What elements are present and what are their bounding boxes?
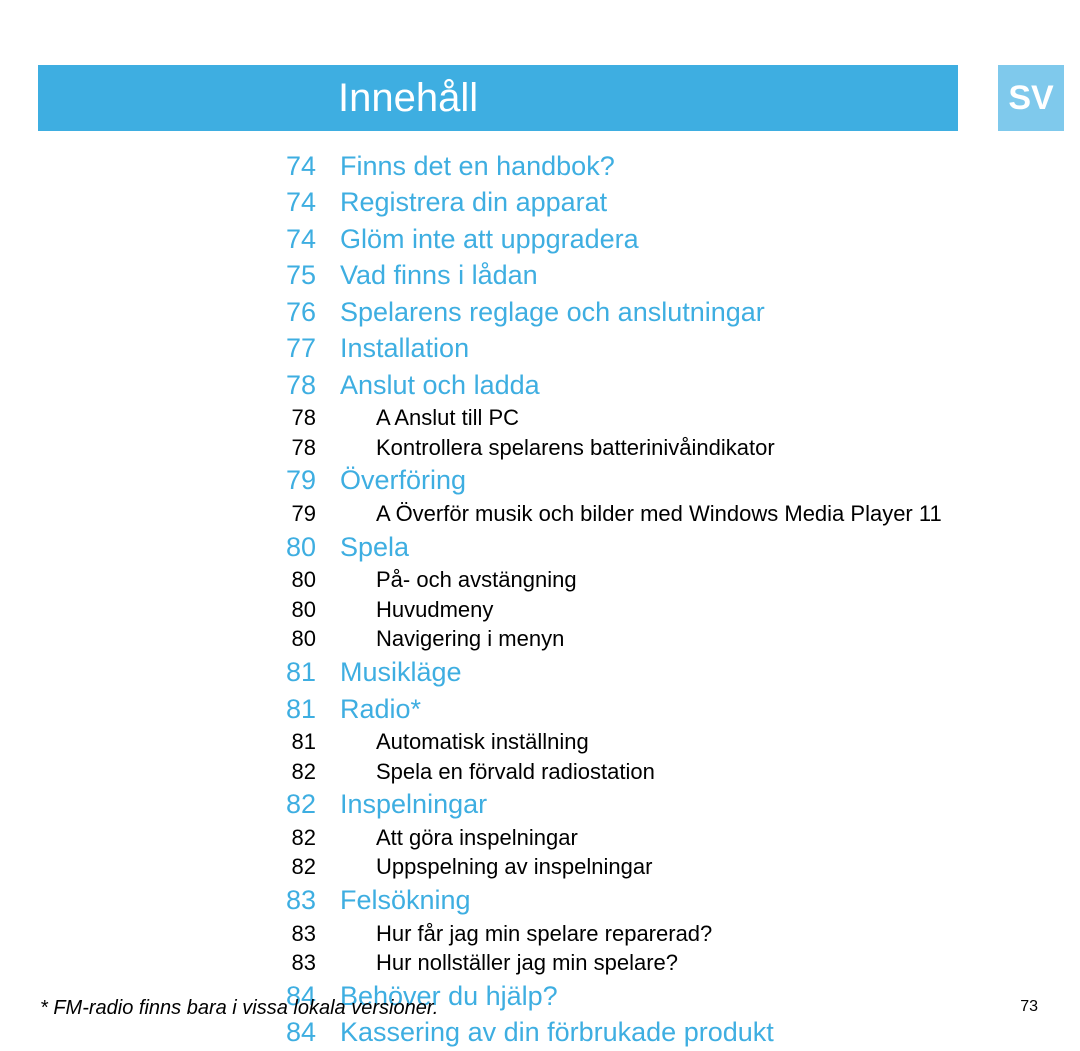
- toc-label: Överföring: [340, 462, 466, 498]
- page: Innehåll SV 74 Finns det en handbok? 74 Reg…: [0, 0, 1080, 1036]
- header-title: Innehåll: [338, 76, 478, 121]
- toc-section: 81 Musikläge: [264, 654, 1044, 690]
- toc-page-number: 83: [264, 948, 316, 978]
- toc-label: Huvudmeny: [376, 595, 493, 625]
- toc-page-number: 82: [264, 757, 316, 787]
- toc-label: Inspelningar: [340, 786, 487, 822]
- toc-section: 75 Vad finns i lådan: [264, 257, 1044, 293]
- footnote: * FM-radio finns bara i vissa lokala ver…: [40, 997, 438, 1020]
- toc-section: 79 Överföring: [264, 462, 1044, 498]
- toc-page-number: 80: [264, 595, 316, 625]
- toc-label: Installation: [340, 330, 469, 366]
- table-of-contents: 74 Finns det en handbok? 74 Registrera din …: [264, 148, 1044, 1051]
- toc-label: Spela: [340, 529, 409, 565]
- toc-label: Radio*: [340, 691, 421, 727]
- toc-page-number: 81: [264, 727, 316, 757]
- toc-label: Att göra inspelningar: [376, 823, 578, 853]
- toc-subsection: 81 Automatisk inställning: [264, 727, 1044, 757]
- toc-label: Felsökning: [340, 882, 471, 918]
- toc-subsection: 80 På- och avstängning: [264, 565, 1044, 595]
- toc-section: 77 Installation: [264, 330, 1044, 366]
- toc-page-number: 82: [264, 786, 316, 822]
- toc-label: Finns det en handbok?: [340, 148, 615, 184]
- toc-section: 78 Anslut och ladda: [264, 367, 1044, 403]
- toc-page-number: 82: [264, 823, 316, 853]
- toc-page-number: 80: [264, 565, 316, 595]
- toc-page-number: 76: [264, 294, 316, 330]
- toc-page-number: 81: [264, 691, 316, 727]
- toc-label: Vad finns i lådan: [340, 257, 538, 293]
- toc-subsection: 80 Navigering i menyn: [264, 624, 1044, 654]
- toc-section: 76 Spelarens reglage och anslutningar: [264, 294, 1044, 330]
- toc-section: 74 Registrera din apparat: [264, 184, 1044, 220]
- toc-page-number: 75: [264, 257, 316, 293]
- toc-label: Automatisk inställning: [376, 727, 589, 757]
- toc-subsection: 83 Hur nollställer jag min spelare?: [264, 948, 1044, 978]
- toc-section: 83 Felsökning: [264, 882, 1044, 918]
- toc-subsection: 78 A Anslut till PC: [264, 403, 1044, 433]
- toc-page-number: 74: [264, 221, 316, 257]
- toc-label: Anslut och ladda: [340, 367, 540, 403]
- toc-subsection: 78 Kontrollera spelarens batterinivåindik…: [264, 433, 1044, 463]
- toc-page-number: 82: [264, 852, 316, 882]
- toc-subsection: 79 A Överför musik och bilder med Windows…: [264, 499, 1044, 529]
- toc-page-number: 83: [264, 882, 316, 918]
- language-code: SV: [1008, 79, 1053, 118]
- toc-page-number: 78: [264, 367, 316, 403]
- toc-page-number: 78: [264, 403, 316, 433]
- toc-page-number: 83: [264, 919, 316, 949]
- toc-page-number: 78: [264, 433, 316, 463]
- toc-page-number: 77: [264, 330, 316, 366]
- toc-section: 80 Spela: [264, 529, 1044, 565]
- toc-section: 81 Radio*: [264, 691, 1044, 727]
- toc-page-number: 80: [264, 624, 316, 654]
- toc-label: Navigering i menyn: [376, 624, 564, 654]
- toc-label: Glöm inte att uppgradera: [340, 221, 639, 257]
- toc-section: 74 Finns det en handbok?: [264, 148, 1044, 184]
- toc-section: 82 Inspelningar: [264, 786, 1044, 822]
- toc-label: Spela en förvald radiostation: [376, 757, 655, 787]
- page-number: 73: [1020, 998, 1038, 1016]
- toc-label: Kontrollera spelarens batterinivåindikat…: [376, 433, 775, 463]
- toc-label: Hur får jag min spelare reparerad?: [376, 919, 712, 949]
- toc-page-number: 81: [264, 654, 316, 690]
- toc-subsection: 82 Uppspelning av inspelningar: [264, 852, 1044, 882]
- toc-label: Registrera din apparat: [340, 184, 607, 220]
- toc-label: På- och avstängning: [376, 565, 577, 595]
- toc-page-number: 74: [264, 184, 316, 220]
- toc-page-number: 80: [264, 529, 316, 565]
- toc-page-number: 79: [264, 462, 316, 498]
- toc-section: 74 Glöm inte att uppgradera: [264, 221, 1044, 257]
- toc-page-number: 79: [264, 499, 316, 529]
- toc-subsection: 80 Huvudmeny: [264, 595, 1044, 625]
- toc-label: Uppspelning av inspelningar: [376, 852, 652, 882]
- toc-label: Spelarens reglage och anslutningar: [340, 294, 765, 330]
- toc-subsection: 83 Hur får jag min spelare reparerad?: [264, 919, 1044, 949]
- toc-subsection: 82 Att göra inspelningar: [264, 823, 1044, 853]
- toc-label: A Överför musik och bilder med Windows M…: [376, 499, 942, 529]
- toc-label: Hur nollställer jag min spelare?: [376, 948, 678, 978]
- toc-subsection: 82 Spela en förvald radiostation: [264, 757, 1044, 787]
- toc-label: Musikläge: [340, 654, 462, 690]
- toc-page-number: 74: [264, 148, 316, 184]
- header-bar: Innehåll: [38, 65, 958, 131]
- language-tab: SV: [998, 65, 1064, 131]
- toc-label: A Anslut till PC: [376, 403, 519, 433]
